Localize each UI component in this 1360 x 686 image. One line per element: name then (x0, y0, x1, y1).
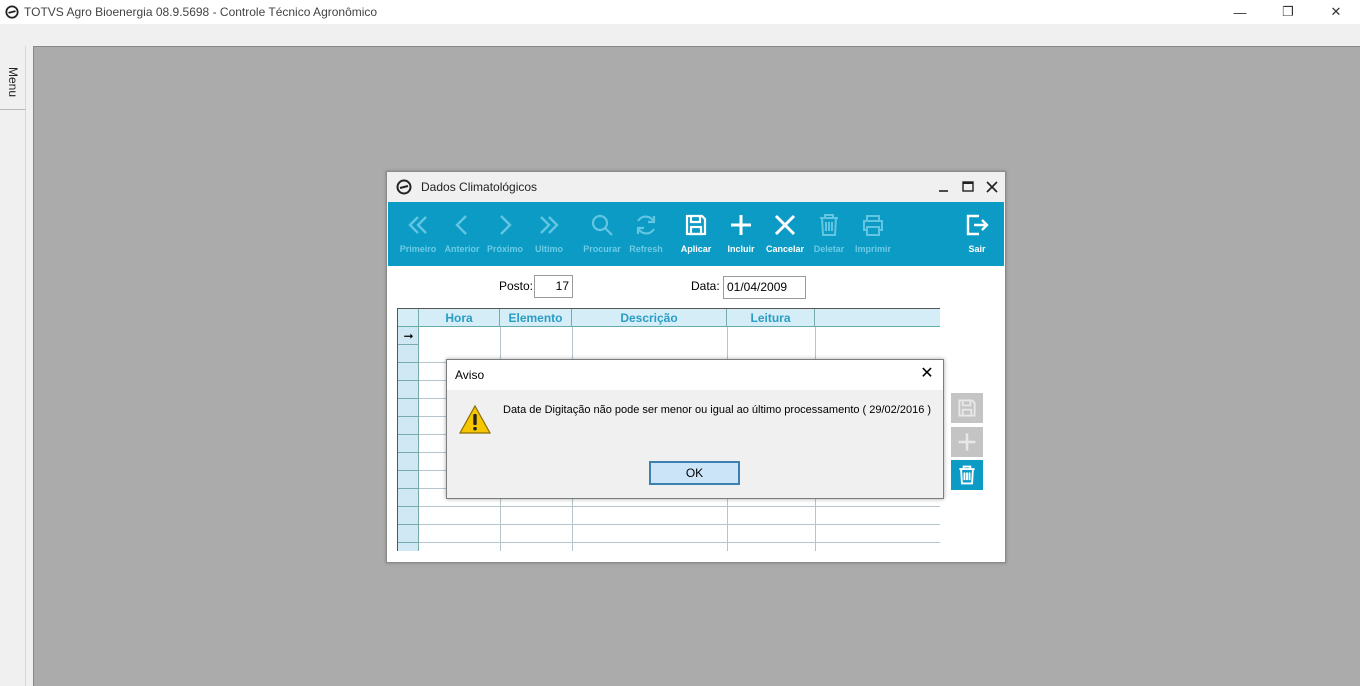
close-button[interactable]: ✕ (1312, 0, 1360, 24)
printer-icon (858, 210, 888, 240)
toolbar-previous-button[interactable]: Anterior (440, 202, 484, 266)
grid-save-button[interactable] (951, 393, 983, 423)
toolbar: Primeiro Anterior Próximo Ultimo Procura… (388, 202, 1004, 266)
toolbar-include-button[interactable]: Incluir (719, 202, 763, 266)
save-icon (958, 399, 976, 417)
save-icon (681, 210, 711, 240)
menu-tab[interactable]: Menu (0, 54, 26, 110)
child-maximize-button[interactable] (961, 179, 975, 195)
row-indicator (398, 363, 419, 381)
row-indicator-column: ➞ (398, 327, 419, 551)
trash-icon (814, 210, 844, 240)
child-title: Dados Climatológicos (421, 180, 538, 194)
data-label: Data: (691, 279, 720, 293)
toolbar-cancel-label: Cancelar (765, 244, 805, 254)
toolbar-next-button[interactable]: Próximo (483, 202, 527, 266)
app-titlebar: TOTVS Agro Bioenergia 08.9.5698 - Contro… (0, 0, 1360, 24)
warning-dialog: Aviso ✕ Data de Digitação não pode ser m… (446, 359, 944, 499)
restore-button[interactable]: ❐ (1264, 0, 1312, 24)
toolbar-delete-button[interactable]: Deletar (807, 202, 851, 266)
child-close-button[interactable] (985, 179, 999, 195)
totvs-logo-icon (5, 5, 19, 19)
child-titlebar: Dados Climatológicos (387, 172, 1005, 202)
toolbar-print-label: Imprimir (854, 244, 891, 254)
next-icon (490, 210, 520, 240)
toolbar-last-label: Ultimo (535, 244, 563, 254)
toolbar-previous-label: Anterior (444, 244, 480, 254)
toolbar-exit-label: Sair (968, 244, 986, 254)
toolbar-apply-label: Aplicar (680, 244, 712, 254)
row-indicator (398, 381, 419, 399)
first-icon (403, 210, 433, 240)
ok-button[interactable]: OK (649, 461, 740, 485)
sidebar: Menu (0, 46, 26, 686)
row-indicator (398, 525, 419, 543)
last-icon (534, 210, 564, 240)
toolbar-first-label: Primeiro (399, 244, 437, 254)
trash-icon (959, 465, 975, 485)
grid-header-empty (815, 309, 940, 327)
toolbar-next-label: Próximo (486, 244, 523, 254)
app-title: TOTVS Agro Bioenergia 08.9.5698 - Contro… (24, 5, 378, 19)
refresh-icon (631, 210, 661, 240)
grid-delete-button[interactable] (951, 460, 983, 490)
plus-icon (726, 210, 756, 240)
plus-icon (958, 433, 976, 451)
row-indicator (398, 471, 419, 489)
posto-label: Posto: (499, 279, 534, 293)
child-window-controls (937, 179, 999, 195)
dialog-close-button[interactable]: ✕ (919, 365, 935, 383)
data-input[interactable]: 01/04/2009 (723, 276, 806, 299)
minimize-button[interactable]: — (1216, 0, 1264, 24)
row-indicator (398, 435, 419, 453)
dialog-titlebar: Aviso ✕ (447, 360, 943, 390)
toolbar-last-button[interactable]: Ultimo (527, 202, 571, 266)
toolbar-include-label: Incluir (727, 244, 755, 254)
toolbar-first-button[interactable]: Primeiro (396, 202, 440, 266)
warning-icon (458, 404, 492, 434)
window-controls: — ❐ ✕ (1216, 0, 1360, 24)
posto-input[interactable]: 17 (534, 275, 573, 298)
menu-tab-label: Menu (6, 66, 20, 97)
row-indicator (398, 453, 419, 471)
child-minimize-button[interactable] (937, 179, 951, 195)
dialog-message: Data de Digitação não pode ser menor ou … (503, 404, 932, 416)
grid-header-leitura[interactable]: Leitura (727, 309, 815, 327)
exit-icon (962, 210, 992, 240)
toolbar-cancel-button[interactable]: Cancelar (763, 202, 807, 266)
toolbar-delete-label: Deletar (813, 244, 845, 254)
previous-icon (447, 210, 477, 240)
toolbar-exit-button[interactable]: Sair (955, 202, 999, 266)
toolbar-refresh-button[interactable]: Refresh (624, 202, 668, 266)
toolbar-print-button[interactable]: Imprimir (851, 202, 895, 266)
grid-header-hora[interactable]: Hora (419, 309, 500, 327)
grid-header: Hora Elemento Descrição Leitura (398, 309, 940, 327)
grid-header-descricao[interactable]: Descrição (572, 309, 727, 327)
current-row-indicator: ➞ (398, 327, 419, 345)
toolbar-apply-button[interactable]: Aplicar (674, 202, 718, 266)
grid-header-indicator (398, 309, 419, 327)
toolbar-search-button[interactable]: Procurar (580, 202, 624, 266)
row-indicator (398, 399, 419, 417)
table-row[interactable] (419, 525, 940, 543)
row-indicator (398, 345, 419, 363)
search-icon (587, 210, 617, 240)
grid-add-button[interactable] (951, 427, 983, 457)
row-indicator (398, 507, 419, 525)
row-indicator (398, 489, 419, 507)
table-row[interactable] (419, 507, 940, 525)
dialog-title: Aviso (455, 368, 485, 382)
grid-header-elemento[interactable]: Elemento (500, 309, 572, 327)
totvs-logo-icon (396, 179, 412, 195)
row-indicator (398, 417, 419, 435)
toolbar-search-label: Procurar (583, 244, 621, 254)
close-icon (770, 210, 800, 240)
toolbar-refresh-label: Refresh (629, 244, 663, 254)
